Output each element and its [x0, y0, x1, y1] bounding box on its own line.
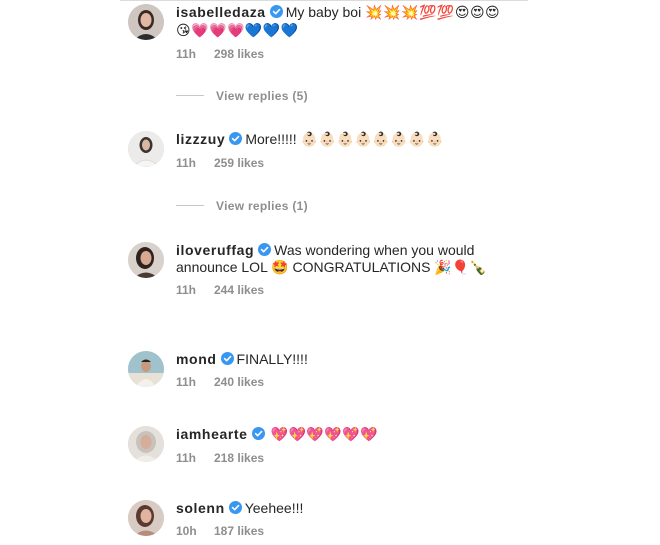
avatar-image — [128, 242, 164, 278]
comment-username[interactable]: isabelledaza — [176, 4, 266, 20]
comment-meta: 11h 244 likes — [176, 283, 506, 297]
verified-badge-icon — [220, 352, 234, 365]
comment-message: More!!!!! — [245, 131, 297, 147]
comment-time[interactable]: 11h — [176, 156, 214, 170]
comment-meta: 11h 240 likes — [176, 375, 506, 389]
avatar-image — [128, 500, 164, 536]
comment-meta: 11h 298 likes — [176, 47, 506, 61]
avatar[interactable] — [128, 242, 164, 278]
avatar-image — [128, 4, 164, 40]
comment-username[interactable]: iloveruffag — [176, 242, 254, 258]
comment-text: iamhearte 💖💖💖💖💖💖 — [176, 426, 506, 444]
comment-time[interactable]: 10h — [176, 524, 214, 538]
avatar[interactable] — [128, 426, 164, 462]
comment-time[interactable]: 11h — [176, 375, 214, 389]
avatar-image — [128, 351, 164, 387]
comment-emojis: 💖💖💖💖💖💖 — [270, 427, 379, 443]
comment-likes[interactable]: 244 likes — [214, 283, 264, 297]
verified-badge-icon — [258, 243, 272, 256]
avatar[interactable] — [128, 4, 164, 40]
comment-time[interactable]: 11h — [176, 283, 214, 297]
avatar[interactable] — [128, 500, 164, 536]
comment-likes[interactable]: 218 likes — [214, 451, 264, 465]
avatar[interactable] — [128, 351, 164, 387]
comment-username[interactable]: iamhearte — [176, 426, 248, 442]
comment-text: lizzzuy More!!!!! 👶🏻👶🏻👶🏻👶🏻👶🏻👶🏻👶🏻👶🏻 — [176, 131, 506, 149]
comment-username[interactable]: solenn — [176, 500, 225, 516]
verified-badge-icon — [228, 501, 242, 514]
comment-text: mond FINALLY!!!! — [176, 351, 506, 368]
comment-message: My baby boi — [285, 4, 362, 20]
replies-divider — [176, 95, 204, 96]
top-divider — [120, 0, 528, 1]
comment-message: FINALLY!!!! — [236, 351, 308, 367]
comment-message: Yeehee!!! — [244, 500, 304, 516]
comment-meta: 10h 187 likes — [176, 524, 506, 538]
comment-time[interactable]: 11h — [176, 47, 214, 61]
comment-meta: 11h 259 likes — [176, 156, 506, 170]
view-replies-link[interactable]: View replies (1) — [176, 199, 308, 213]
comment-text: isabelledaza My baby boi 💥💥💥💯💯😍😍😍😘💗💗💗💙💙💙 — [176, 4, 506, 40]
avatar-image — [128, 426, 164, 462]
view-replies-label[interactable]: View replies (5) — [216, 89, 308, 103]
comment-meta: 11h 218 likes — [176, 451, 506, 465]
comment-likes[interactable]: 240 likes — [214, 375, 264, 389]
comment-likes[interactable]: 298 likes — [214, 47, 264, 61]
verified-badge-icon — [251, 427, 265, 440]
verified-badge-icon — [229, 132, 243, 145]
comment-username[interactable]: mond — [176, 351, 217, 367]
comment-text: iloveruffag Was wondering when you would … — [176, 242, 506, 276]
comment-time[interactable]: 11h — [176, 451, 214, 465]
view-replies-link[interactable]: View replies (5) — [176, 89, 308, 103]
comment-text: solenn Yeehee!!! — [176, 500, 506, 517]
replies-divider — [176, 205, 204, 206]
comment-likes[interactable]: 187 likes — [214, 524, 264, 538]
comment-username[interactable]: lizzzuy — [176, 131, 225, 147]
avatar-image — [128, 131, 164, 167]
comment-emojis: 👶🏻👶🏻👶🏻👶🏻👶🏻👶🏻👶🏻👶🏻 — [300, 132, 445, 148]
avatar[interactable] — [128, 131, 164, 167]
comment-likes[interactable]: 259 likes — [214, 156, 264, 170]
verified-badge-icon — [269, 5, 283, 18]
view-replies-label[interactable]: View replies (1) — [216, 199, 308, 213]
